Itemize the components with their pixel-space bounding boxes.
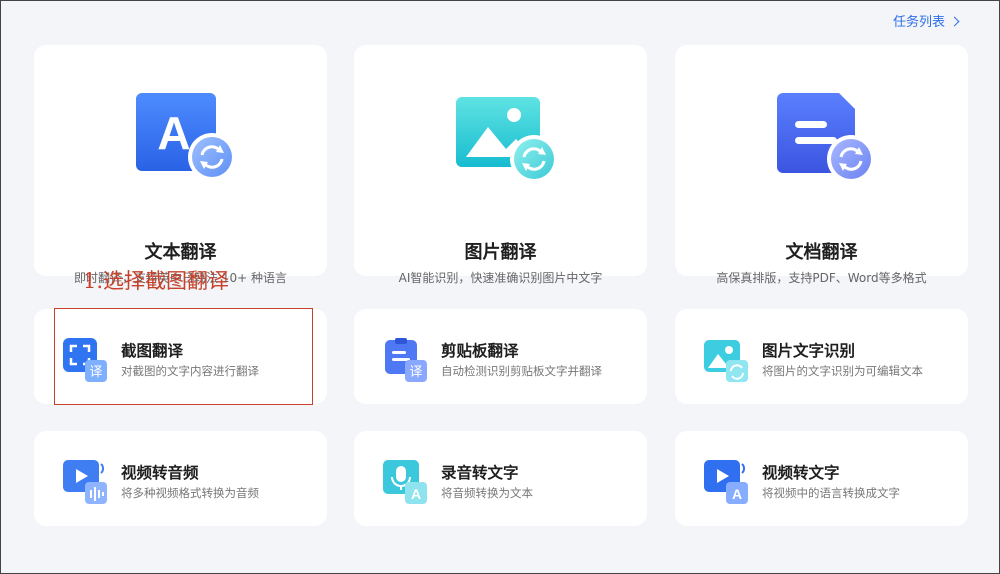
document-translate-card[interactable]: 文档翻译 高保真排版，支持PDF、Word等多格式 <box>675 45 968 285</box>
card-desc: 将音频转换为文本 <box>441 486 533 500</box>
text-translate-card[interactable]: A 文本翻译 即时翻译，支持英中日韩法 10+ 种语言 <box>34 45 327 285</box>
card-desc: 将视频中的语言转换成文字 <box>762 486 900 500</box>
card-desc: AI智能识别，快速准确识别图片中文字 <box>398 271 603 285</box>
clipboard-translate-icon: 译 <box>383 338 429 384</box>
audio-to-text-icon: A <box>383 460 429 506</box>
video-to-audio-icon <box>63 460 109 506</box>
card-title: 剪贴板翻译 <box>441 342 519 360</box>
card-title: 图片翻译 <box>464 242 537 263</box>
step-annotation: 1.选择截图翻译 <box>83 269 230 293</box>
svg-text:A: A <box>157 107 190 159</box>
card-title: 视频转文字 <box>762 464 840 482</box>
card-title: 视频转音频 <box>121 464 199 482</box>
card-desc: 将图片的文字识别为可编辑文本 <box>762 364 923 378</box>
card-title: 文档翻译 <box>785 242 858 263</box>
text-translate-icon: A <box>136 93 236 183</box>
clipboard-translate-card[interactable]: 译 剪贴板翻译 自动检测识别剪贴板文字并翻译 <box>354 309 647 404</box>
svg-text:译: 译 <box>409 365 422 380</box>
video-to-text-card[interactable]: A 视频转文字 将视频中的语言转换成文字 <box>675 431 968 526</box>
step-highlight-box <box>54 308 313 405</box>
image-ocr-card[interactable]: 图片文字识别 将图片的文字识别为可编辑文本 <box>675 309 968 404</box>
card-desc: 自动检测识别剪贴板文字并翻译 <box>441 364 602 378</box>
image-translate-card[interactable]: 图片翻译 AI智能识别，快速准确识别图片中文字 <box>354 45 647 285</box>
card-title: 图片文字识别 <box>762 342 856 360</box>
card-title: 文本翻译 <box>144 242 217 263</box>
video-to-audio-card[interactable]: 视频转音频 将多种视频格式转换为音频 <box>34 431 327 526</box>
chevron-right-icon <box>949 16 960 26</box>
card-title: 录音转文字 <box>441 464 519 482</box>
task-list-label: 任务列表 <box>893 15 946 30</box>
video-to-text-icon: A <box>704 460 750 506</box>
audio-to-text-card[interactable]: A 录音转文字 将音频转换为文本 <box>354 431 647 526</box>
svg-text:A: A <box>411 486 421 502</box>
image-ocr-icon <box>704 338 750 384</box>
image-translate-icon <box>456 93 558 183</box>
task-list-link[interactable]: 任务列表 <box>893 11 960 30</box>
card-desc: 高保真排版，支持PDF、Word等多格式 <box>716 271 927 285</box>
card-desc: 将多种视频格式转换为音频 <box>121 486 259 500</box>
svg-text:A: A <box>732 486 742 502</box>
document-translate-icon <box>777 93 877 183</box>
